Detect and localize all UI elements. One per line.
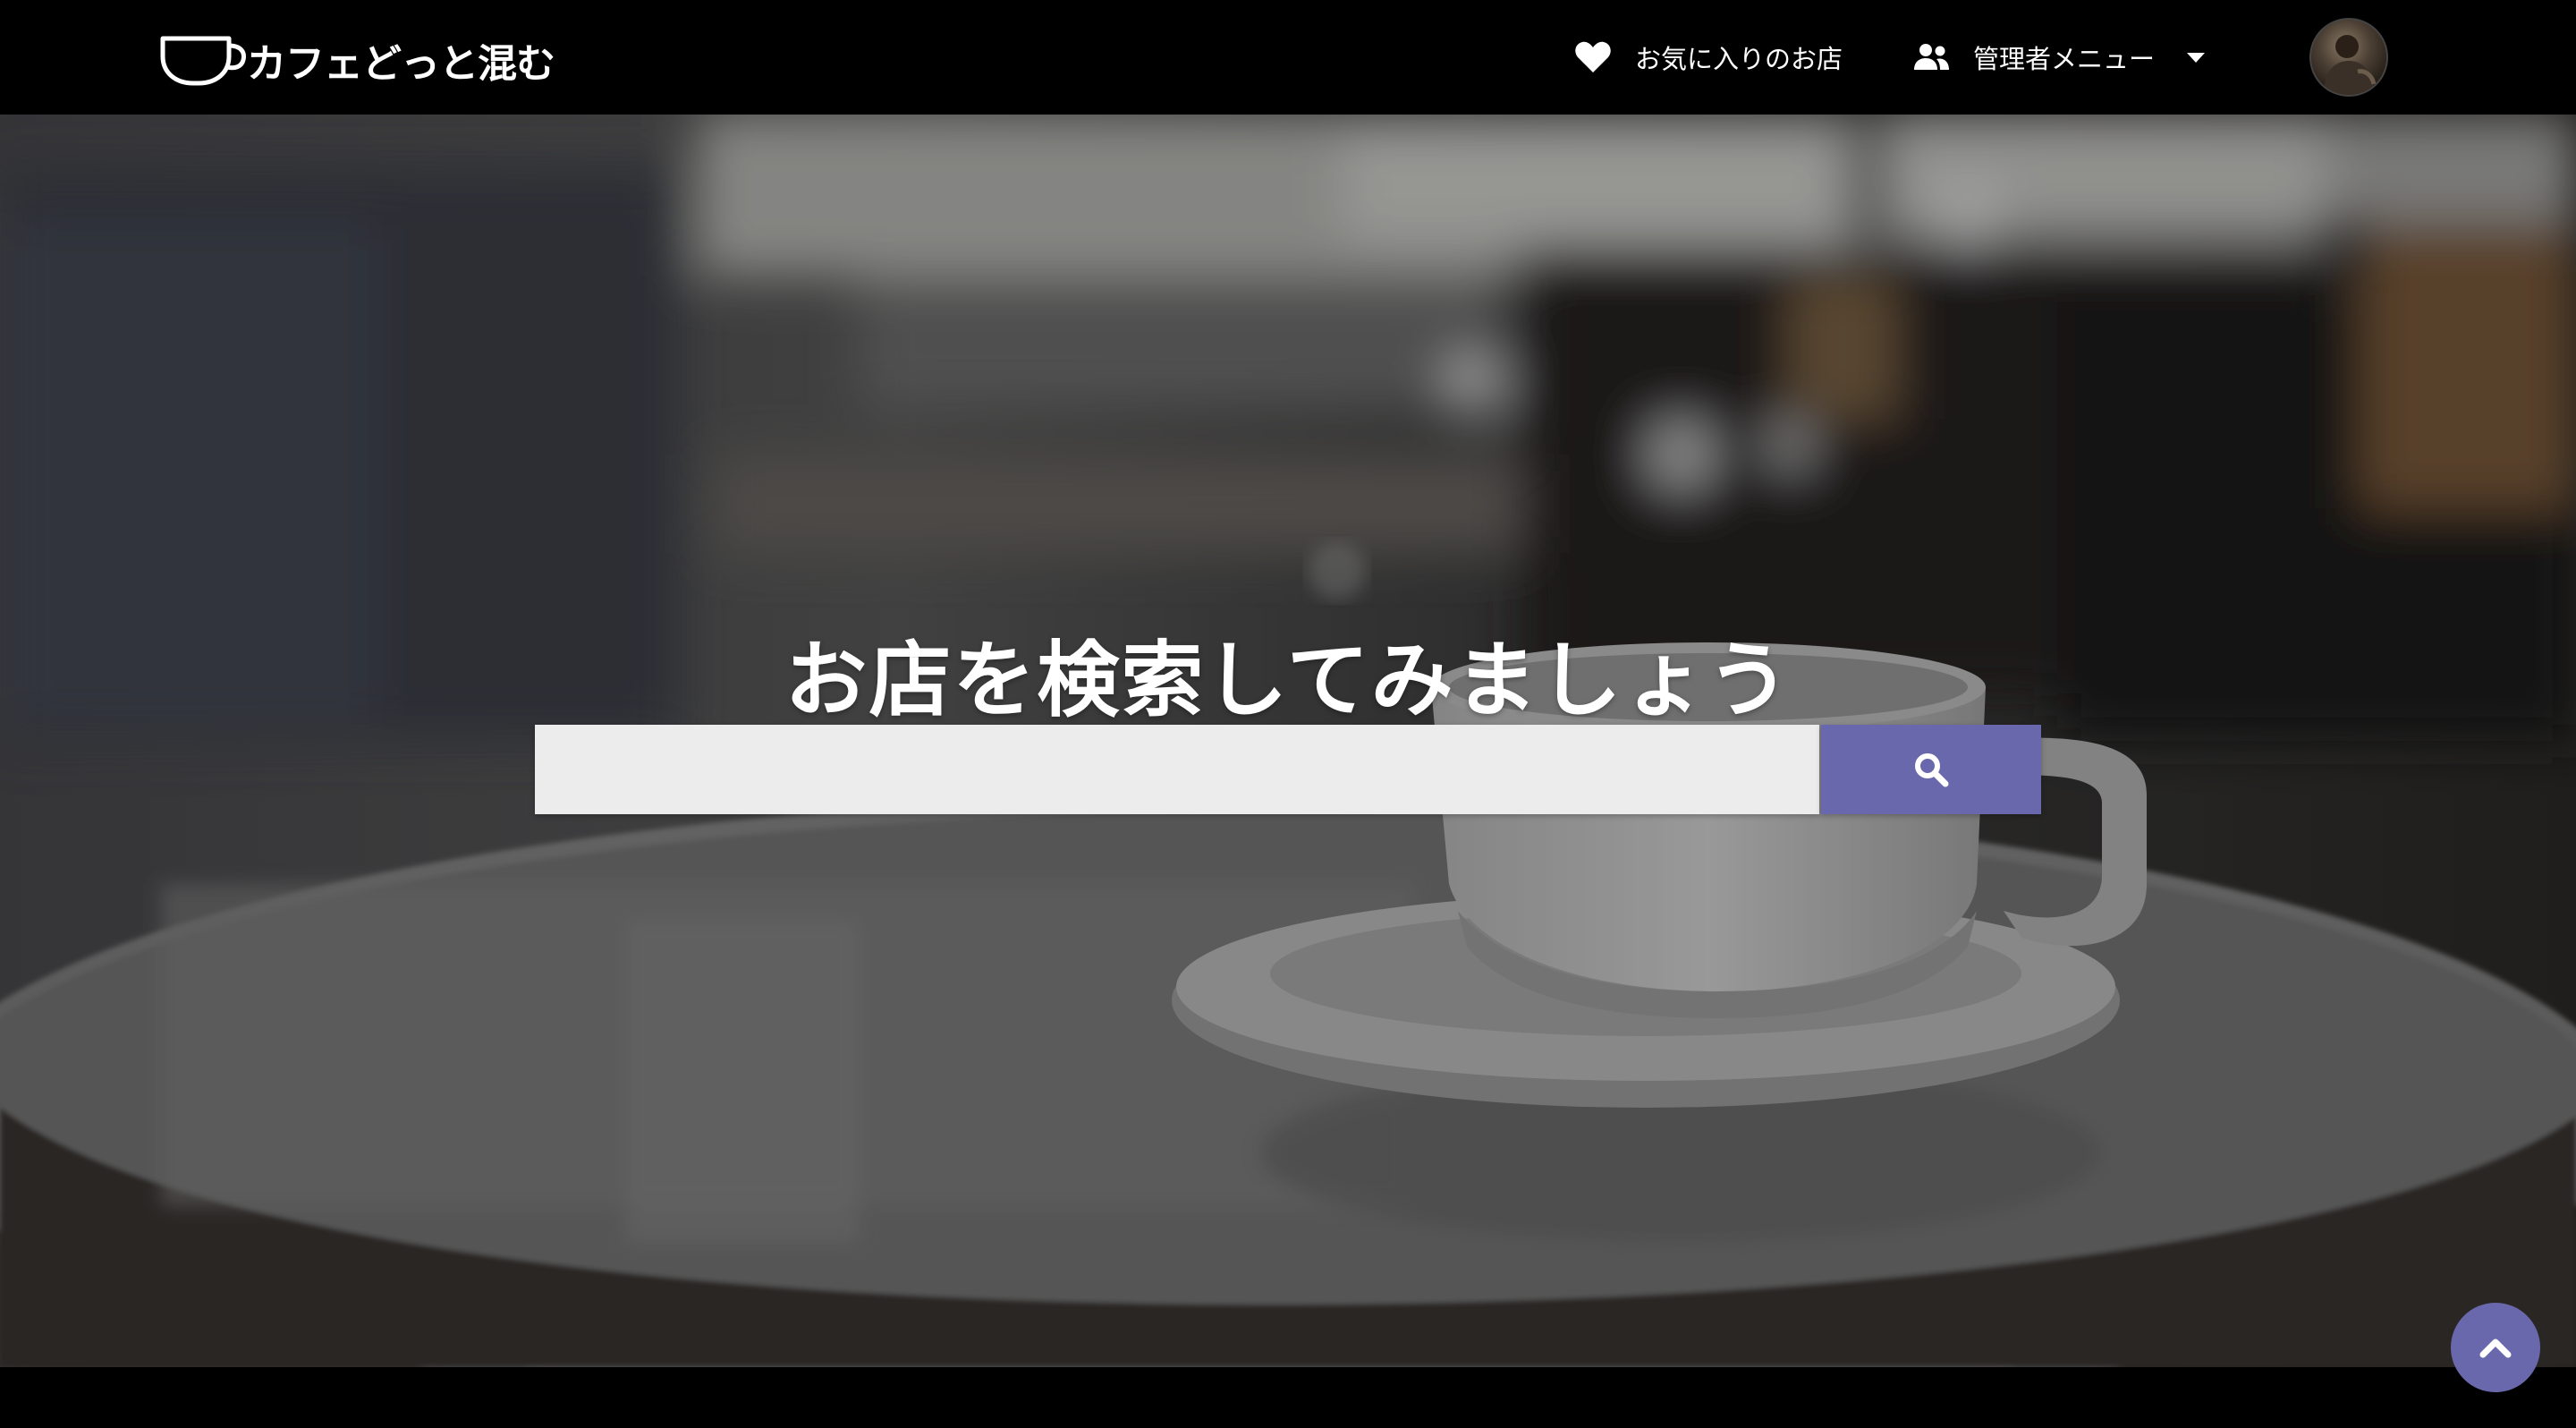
page: カフェどっと混む お気に入りのお店 管理者メニュー お店を検索してみましょう xyxy=(0,0,2576,1428)
site-logo-link[interactable]: カフェどっと混む xyxy=(159,32,555,88)
caret-down-icon xyxy=(2187,52,2206,63)
nav-favorites-link[interactable]: お気に入りのお店 xyxy=(1574,0,1843,115)
user-avatar[interactable] xyxy=(2309,18,2388,97)
nav-admin-label: 管理者メニュー xyxy=(1973,44,2156,74)
hero-title: お店を検索してみましょう xyxy=(784,633,1792,728)
search-button[interactable] xyxy=(1821,725,2041,814)
nav-admin-menu[interactable]: 管理者メニュー xyxy=(1912,0,2206,115)
heart-icon xyxy=(1574,40,1612,74)
users-icon xyxy=(1912,43,1950,72)
hero-section: お店を検索してみましょう xyxy=(0,115,2576,1367)
chevron-up-icon xyxy=(2478,1335,2513,1360)
scroll-to-top-button[interactable] xyxy=(2451,1303,2540,1392)
nav-favorites-label: お気に入りのお店 xyxy=(1635,44,1843,74)
site-header: カフェどっと混む お気に入りのお店 管理者メニュー xyxy=(0,0,2576,115)
magnifier-icon xyxy=(1913,752,1949,787)
coffee-cup-icon xyxy=(160,36,246,86)
footer-strip xyxy=(0,1367,2576,1428)
search-input[interactable] xyxy=(535,725,1819,814)
site-name: カフェどっと混む xyxy=(247,41,555,87)
